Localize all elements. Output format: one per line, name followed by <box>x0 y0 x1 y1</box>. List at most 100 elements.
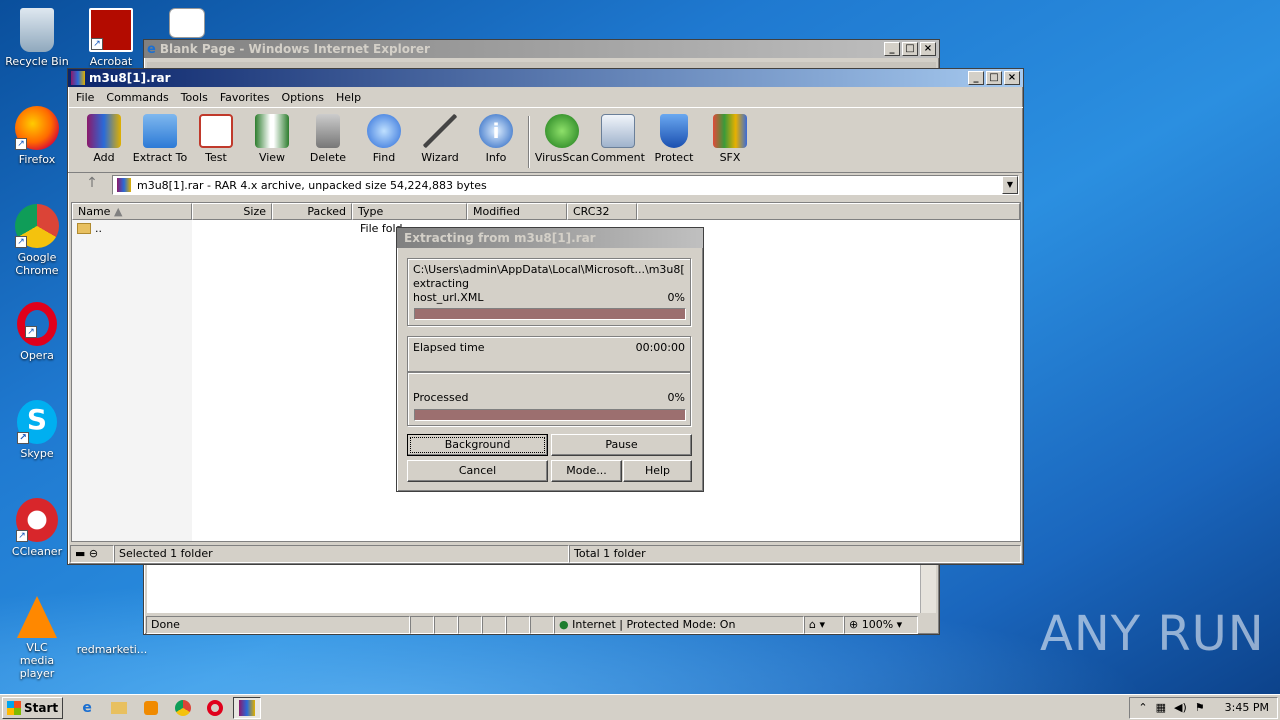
winrar-title: m3u8[1].rar <box>89 71 171 85</box>
processed-progress-bar <box>414 409 686 421</box>
ie-titlebar[interactable]: e Blank Page - Windows Internet Explorer… <box>144 40 939 58</box>
desktop-icon-vlc[interactable]: VLC media player <box>2 596 72 680</box>
chevron-up-icon[interactable]: ⌃ <box>1138 701 1147 714</box>
test-button[interactable]: Test <box>188 112 244 172</box>
sfx-button[interactable]: SFX <box>702 112 758 172</box>
add-archive-icon <box>87 114 121 148</box>
desktop-icon-acrobat[interactable]: ↗ Acrobat <box>76 8 146 68</box>
wizard-button[interactable]: Wizard <box>412 112 468 172</box>
status-selected: Selected 1 folder <box>114 545 569 563</box>
column-name[interactable]: Name ▲ <box>72 203 192 220</box>
start-button[interactable]: Start <box>2 696 64 719</box>
desktop-icon-opera[interactable]: ↗ Opera <box>2 302 72 362</box>
trash-icon <box>316 114 340 148</box>
desktop-icon-firefox[interactable]: ↗ Firefox <box>2 106 72 166</box>
column-type[interactable]: Type <box>352 203 467 220</box>
dialog-titlebar[interactable]: Extracting from m3u8[1].rar <box>397 228 703 248</box>
view-button[interactable]: View <box>244 112 300 172</box>
status-total: Total 1 folder <box>569 545 1021 563</box>
menu-commands[interactable]: Commands <box>100 91 174 104</box>
drive-icon: ▬ ⊖ <box>70 545 114 563</box>
add-button[interactable]: Add <box>76 112 132 172</box>
extract-to-button[interactable]: Extract To <box>132 112 188 172</box>
taskbar-media-player[interactable] <box>137 697 165 719</box>
archive-path: C:\Users\admin\AppData\Local\Microsoft..… <box>413 263 685 276</box>
taskbar-ie[interactable]: e <box>73 697 101 719</box>
minimize-button[interactable]: _ <box>968 71 984 85</box>
folder-up-icon <box>77 222 91 234</box>
windows-logo-icon <box>7 700 21 715</box>
system-tray: ⌃ ▦ ◀) ⚑ 3:45 PM <box>1129 696 1278 719</box>
volume-icon[interactable]: ◀) <box>1174 701 1187 714</box>
info-button[interactable]: i Info <box>468 112 524 172</box>
ie-statusbar: Done ● Internet | Protected Mode: On ⌂ ▾… <box>146 615 937 635</box>
chrome-icon: ↗ <box>15 204 59 248</box>
desktop-icon-recycle-bin[interactable]: Recycle Bin <box>2 8 72 68</box>
desktop-icon-chrome[interactable]: ↗ Google Chrome <box>2 204 72 277</box>
taskbar-chrome[interactable] <box>169 697 197 719</box>
menu-file[interactable]: File <box>70 91 100 104</box>
file-progress-bar <box>414 308 686 320</box>
magnifier-icon <box>367 114 401 148</box>
comment-button[interactable]: Comment <box>590 112 646 172</box>
ie-zone: ● Internet | Protected Mode: On <box>554 616 804 634</box>
background-button[interactable]: Background <box>407 434 548 456</box>
taskbar-explorer[interactable] <box>105 697 133 719</box>
processed-label: Processed <box>413 391 469 404</box>
file-list-header: Name ▲ Size Packed Type Modified CRC32 <box>72 203 1020 220</box>
help-button[interactable]: Help <box>623 460 692 482</box>
ie-icon: e <box>147 41 156 57</box>
file-icon <box>90 620 134 640</box>
zoom-icon: ⊕ <box>849 618 859 631</box>
checklist-icon <box>199 114 233 148</box>
mode-button[interactable]: Mode... <box>551 460 622 482</box>
flag-icon[interactable]: ⚑ <box>1195 701 1205 714</box>
extract-dialog[interactable]: Extracting from m3u8[1].rar C:\Users\adm… <box>396 227 704 492</box>
maximize-button[interactable]: □ <box>986 71 1002 85</box>
column-modified[interactable]: Modified <box>467 203 567 220</box>
cancel-button[interactable]: Cancel <box>407 460 548 482</box>
winrar-titlebar[interactable]: m3u8[1].rar _ □ × <box>68 69 1023 87</box>
column-size[interactable]: Size <box>192 203 272 220</box>
network-icon[interactable]: ▦ <box>1156 701 1166 714</box>
menu-options[interactable]: Options <box>276 91 330 104</box>
opera-icon <box>207 699 224 716</box>
ie-zoom[interactable]: ⊕ 100% ▾ <box>844 616 918 634</box>
desktop-icon-word[interactable] <box>152 8 222 41</box>
processed-percent: 0% <box>667 391 685 404</box>
security-lock-icon[interactable]: ⌂ ▾ <box>804 616 844 634</box>
menu-help[interactable]: Help <box>330 91 367 104</box>
skype-icon: S ↗ <box>17 400 57 444</box>
pause-button[interactable]: Pause <box>551 434 692 456</box>
taskbar-opera[interactable] <box>201 697 229 719</box>
bug-icon <box>545 114 579 148</box>
close-button[interactable]: × <box>1004 71 1020 85</box>
column-crc32[interactable]: CRC32 <box>567 203 637 220</box>
firefox-icon: ↗ <box>15 106 59 150</box>
magic-wand-icon <box>423 114 457 148</box>
column-packed[interactable]: Packed <box>272 203 352 220</box>
up-arrow-icon[interactable]: ↑ <box>72 175 112 195</box>
desktop-icon-ccleaner[interactable]: ↗ CCleaner <box>2 498 72 558</box>
recycle-bin-icon <box>20 8 54 52</box>
menu-favorites[interactable]: Favorites <box>214 91 276 104</box>
dialog-title: Extracting from m3u8[1].rar <box>404 231 596 245</box>
clock[interactable]: 3:45 PM <box>1225 701 1269 714</box>
ie-icon: e <box>82 699 92 716</box>
opera-icon: ↗ <box>17 302 57 346</box>
desktop-icon-skype[interactable]: S ↗ Skype <box>2 400 72 460</box>
protect-button[interactable]: Protect <box>646 112 702 172</box>
elapsed-label: Elapsed time <box>413 341 485 354</box>
ie-scrollbar[interactable] <box>920 565 936 613</box>
maximize-button[interactable]: □ <box>902 42 918 56</box>
address-field[interactable]: m3u8[1].rar - RAR 4.x archive, unpacked … <box>112 175 1019 195</box>
desktop-icon-redmarketing[interactable]: redmarketi... <box>76 620 148 656</box>
chevron-down-icon[interactable]: ▼ <box>1002 176 1018 194</box>
minimize-button[interactable]: _ <box>884 42 900 56</box>
close-button[interactable]: × <box>920 42 936 56</box>
menu-tools[interactable]: Tools <box>175 91 214 104</box>
delete-button[interactable]: Delete <box>300 112 356 172</box>
taskbar-winrar[interactable] <box>233 696 262 719</box>
virusscan-button[interactable]: VirusScan <box>534 112 590 172</box>
find-button[interactable]: Find <box>356 112 412 172</box>
